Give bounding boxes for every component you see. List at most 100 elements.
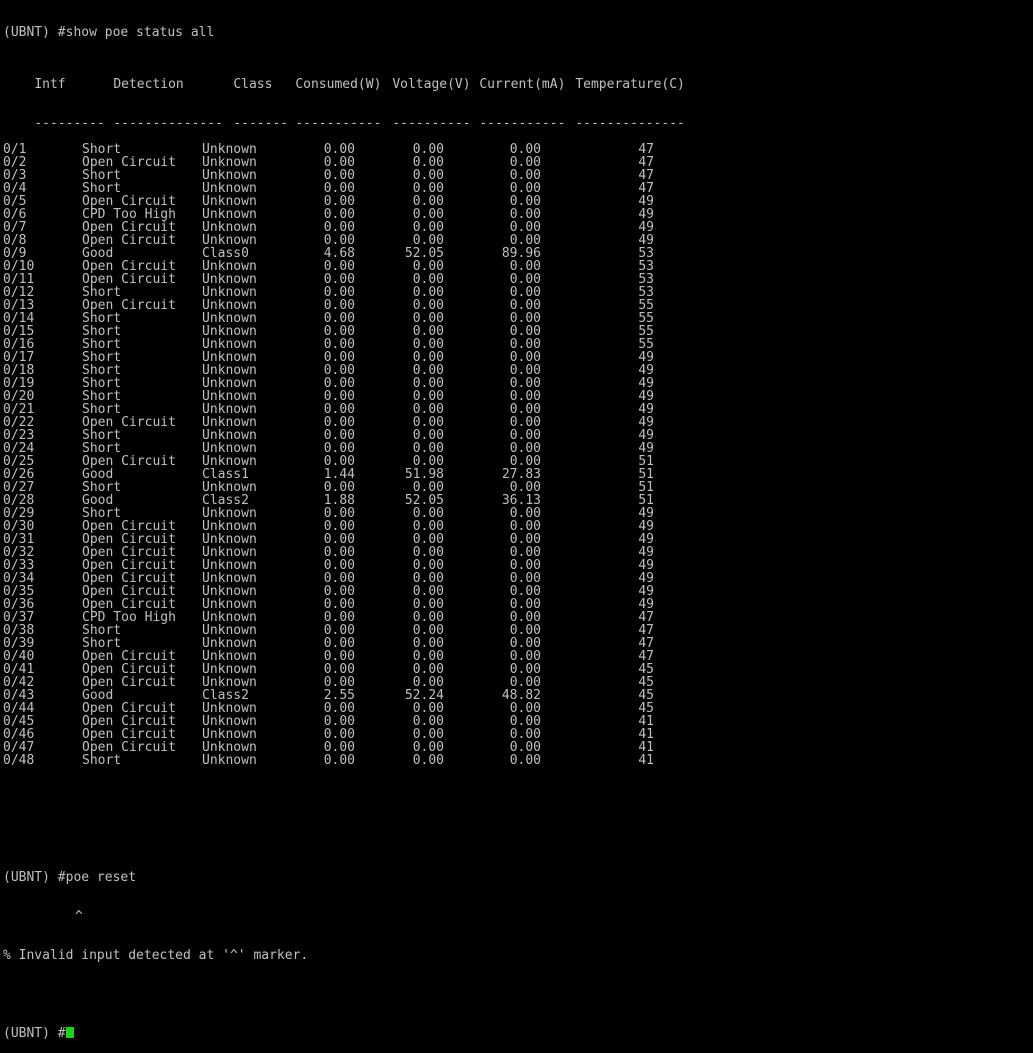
cell-consumed: 0.00 xyxy=(323,234,355,247)
cell-consumed: 0.00 xyxy=(323,455,355,468)
cell-temperature: 47 xyxy=(638,650,654,663)
cell-class: Unknown xyxy=(202,546,257,559)
cell-detection: Good xyxy=(82,468,114,481)
cell-temperature: 49 xyxy=(638,442,654,455)
cell-detection: Short xyxy=(82,507,122,520)
cell-class: Unknown xyxy=(202,364,257,377)
cell-voltage: 0.00 xyxy=(412,546,444,559)
separator-voltage: ---------- xyxy=(392,117,471,130)
cell-voltage: 0.00 xyxy=(412,169,444,182)
cell-current: 0.00 xyxy=(509,533,541,546)
cell-consumed: 0.00 xyxy=(323,559,355,572)
cell-detection: Open Circuit xyxy=(82,195,176,208)
cell-class: Unknown xyxy=(202,637,257,650)
cell-consumed: 0.00 xyxy=(323,299,355,312)
cell-consumed: 0.00 xyxy=(323,611,355,624)
table-row: 0/21 Short Unknown 0.00 0.00 0.00 49 xyxy=(3,403,1033,416)
cell-detection: Open Circuit xyxy=(82,585,176,598)
cell-consumed: 0.00 xyxy=(323,221,355,234)
cell-temperature: 47 xyxy=(638,182,654,195)
header-separator: --------- -------------- ------- ----------… xyxy=(3,104,1033,130)
cell-voltage: 0.00 xyxy=(412,260,444,273)
cell-consumed: 0.00 xyxy=(323,403,355,416)
cell-intf: 0/12 xyxy=(3,286,35,299)
cell-intf: 0/28 xyxy=(3,494,35,507)
cell-current: 0.00 xyxy=(509,754,541,767)
cell-current: 0.00 xyxy=(509,208,541,221)
cell-class: Unknown xyxy=(202,520,257,533)
terminal-window[interactable]: (UBNT) #show poe status all Intf Detectio… xyxy=(0,0,1033,1040)
input-line[interactable]: (UBNT) # xyxy=(3,1027,1033,1040)
cell-voltage: 0.00 xyxy=(412,299,444,312)
cell-class: Unknown xyxy=(202,156,257,169)
cell-current: 0.00 xyxy=(509,429,541,442)
cell-class: Unknown xyxy=(202,182,257,195)
cell-class: Unknown xyxy=(202,728,257,741)
cell-temperature: 49 xyxy=(638,507,654,520)
table-row: 0/26 Good Class1 1.44 51.98 27.83 51 xyxy=(3,468,1033,481)
cell-current: 0.00 xyxy=(509,442,541,455)
cell-voltage: 0.00 xyxy=(412,390,444,403)
cell-current: 0.00 xyxy=(509,520,541,533)
separator-intf: --------- xyxy=(34,117,105,130)
cell-intf: 0/10 xyxy=(3,260,35,273)
cursor-block[interactable] xyxy=(65,1027,74,1038)
cell-consumed: 0.00 xyxy=(323,208,355,221)
cell-consumed: 0.00 xyxy=(323,728,355,741)
cell-class: Unknown xyxy=(202,650,257,663)
cell-intf: 0/46 xyxy=(3,728,35,741)
cell-consumed: 0.00 xyxy=(323,702,355,715)
cell-class: Unknown xyxy=(202,611,257,624)
cell-current: 0.00 xyxy=(509,663,541,676)
table-row: 0/19 Short Unknown 0.00 0.00 0.00 49 xyxy=(3,377,1033,390)
cell-class: Unknown xyxy=(202,312,257,325)
cell-intf: 0/21 xyxy=(3,403,35,416)
cell-intf: 0/25 xyxy=(3,455,35,468)
cell-current: 0.00 xyxy=(509,143,541,156)
cell-class: Class0 xyxy=(202,247,249,260)
cell-detection: Open Circuit xyxy=(82,416,176,429)
cell-voltage: 0.00 xyxy=(412,221,444,234)
cell-intf: 0/44 xyxy=(3,702,35,715)
cell-current: 0.00 xyxy=(509,182,541,195)
cell-current: 48.82 xyxy=(501,689,541,702)
header-voltage: Voltage(V) xyxy=(392,78,471,91)
cell-current: 0.00 xyxy=(509,312,541,325)
cell-temperature: 45 xyxy=(638,676,654,689)
cell-current: 27.83 xyxy=(501,468,541,481)
cell-detection: Short xyxy=(82,403,122,416)
cell-consumed: 0.00 xyxy=(323,572,355,585)
cell-detection: Open Circuit xyxy=(82,234,176,247)
cell-temperature: 49 xyxy=(638,533,654,546)
cell-detection: Short xyxy=(82,312,122,325)
cell-temperature: 47 xyxy=(638,156,654,169)
cell-intf: 0/1 xyxy=(3,143,27,156)
table-row: 0/30 Open Circuit Unknown 0.00 0.00 0.00 49 xyxy=(3,520,1033,533)
cell-class: Unknown xyxy=(202,624,257,637)
cell-intf: 0/15 xyxy=(3,325,35,338)
cell-temperature: 49 xyxy=(638,585,654,598)
cell-consumed: 0.00 xyxy=(323,754,355,767)
cell-detection: Open Circuit xyxy=(82,299,176,312)
cell-detection: Good xyxy=(82,689,114,702)
cell-current: 0.00 xyxy=(509,286,541,299)
cell-intf: 0/11 xyxy=(3,273,35,286)
cell-intf: 0/45 xyxy=(3,715,35,728)
cell-class: Unknown xyxy=(202,455,257,468)
cell-current: 0.00 xyxy=(509,156,541,169)
cell-detection: Open Circuit xyxy=(82,533,176,546)
cell-class: Unknown xyxy=(202,533,257,546)
table-row: 0/18 Short Unknown 0.00 0.00 0.00 49 xyxy=(3,364,1033,377)
table-row: 0/22 Open Circuit Unknown 0.00 0.00 0.00 49 xyxy=(3,416,1033,429)
cell-voltage: 0.00 xyxy=(412,728,444,741)
cell-class: Unknown xyxy=(202,481,257,494)
cell-current: 0.00 xyxy=(509,702,541,715)
cell-consumed: 0.00 xyxy=(323,260,355,273)
cell-temperature: 49 xyxy=(638,377,654,390)
cell-consumed: 0.00 xyxy=(323,650,355,663)
cell-intf: 0/2 xyxy=(3,156,27,169)
cell-current: 36.13 xyxy=(501,494,541,507)
cell-current: 0.00 xyxy=(509,234,541,247)
cell-intf: 0/43 xyxy=(3,689,35,702)
cell-consumed: 0.00 xyxy=(323,364,355,377)
